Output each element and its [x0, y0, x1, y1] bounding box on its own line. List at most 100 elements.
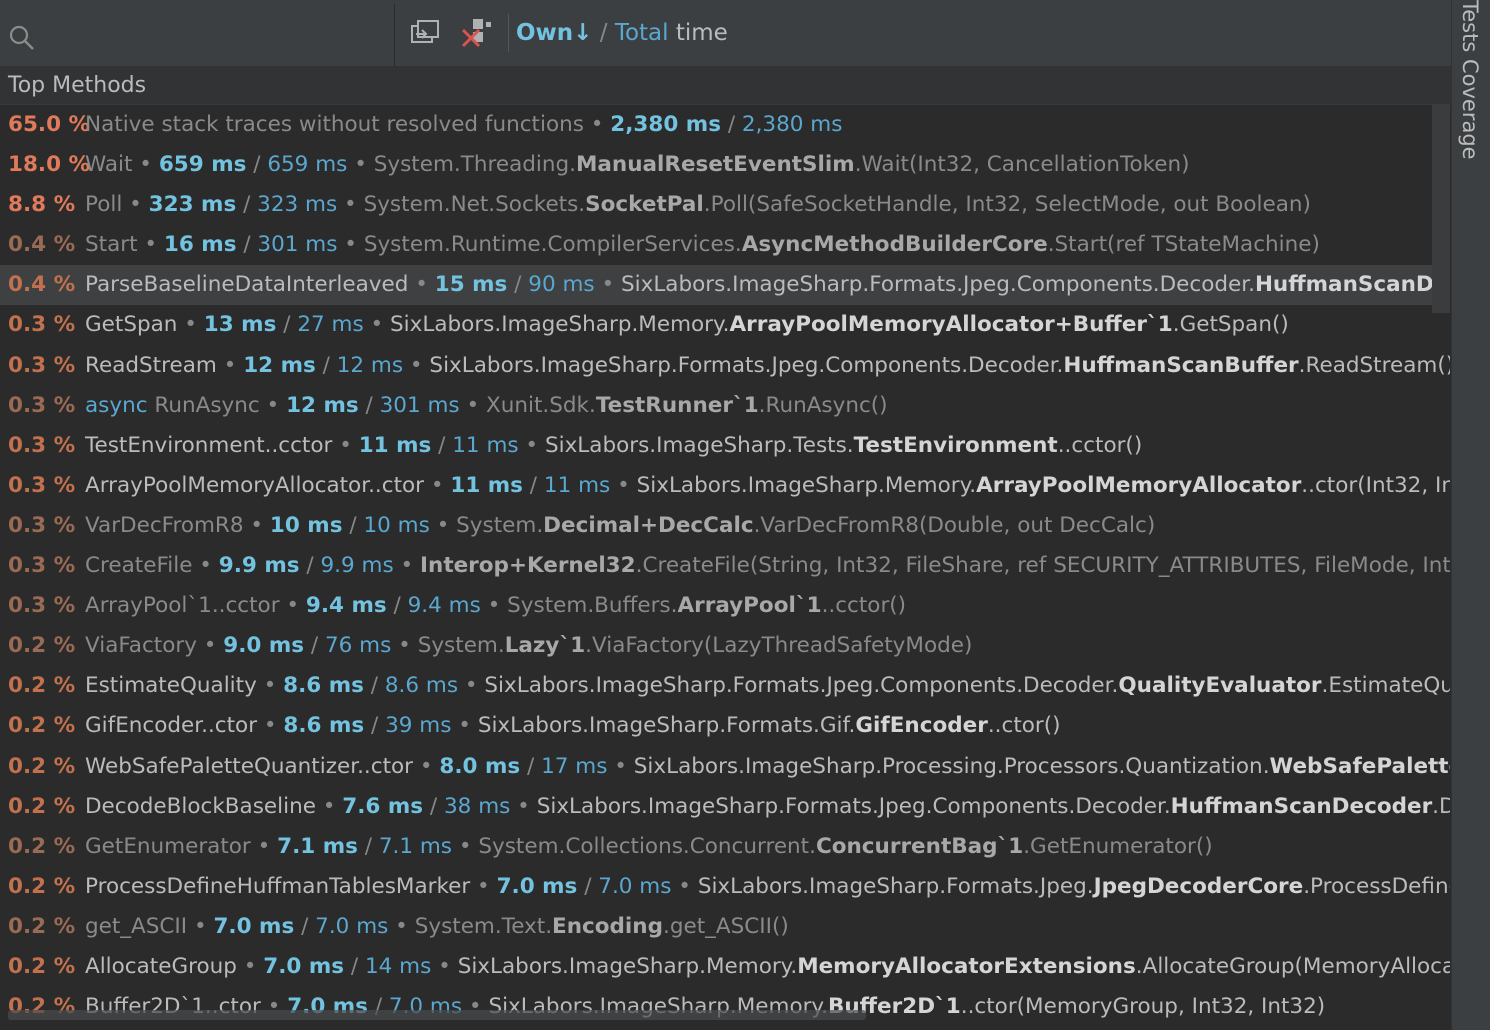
class-name: WebSafePaletteQuantizer: [1269, 753, 1450, 779]
method-row[interactable]: 0.3 % TestEnvironment..cctor • 11 ms / 11…: [0, 426, 1450, 466]
method-name: ArrayPool`1..cctor: [85, 593, 280, 619]
method-row[interactable]: 0.3 % ArrayPoolMemoryAllocator..ctor • 11…: [0, 466, 1450, 506]
slash-separator: /: [364, 713, 386, 739]
sort-own-button[interactable]: Own↓: [516, 20, 592, 46]
search-icon: [9, 25, 34, 50]
bullet-separator: •: [257, 713, 284, 739]
method-name: DecodeBlockBaseline: [85, 793, 316, 819]
bullet-separator: •: [671, 873, 698, 899]
toolbar: Own↓ / Total time: [0, 0, 1452, 67]
namespace: SixLabors.ImageSharp.Formats.Jpeg.Compon…: [484, 673, 1119, 699]
bullet-separator: •: [403, 352, 430, 378]
method-signature: .Wait(Int32, CancellationToken): [854, 152, 1190, 178]
method-row[interactable]: 0.2 % Buffer2D`1..ctor • 7.0 ms / 7.0 ms …: [0, 987, 1450, 1027]
search-input[interactable]: [0, 4, 395, 66]
slash-separator: /: [423, 793, 444, 819]
method-signature: ..cctor(): [1057, 432, 1143, 458]
sort-total-button[interactable]: Total: [615, 20, 669, 46]
total-time: 27 ms: [297, 312, 364, 338]
slash-separator: /: [342, 512, 364, 538]
total-time: 8.6 ms: [384, 673, 459, 699]
namespace: System.Threading.: [373, 152, 576, 178]
total-time: 301 ms: [257, 232, 338, 258]
method-signature: .RunAsync(): [758, 392, 888, 418]
slash-separator: /: [294, 913, 316, 939]
namespace: SixLabors.ImageSharp.Formats.Jpeg.Compon…: [536, 793, 1171, 819]
method-row[interactable]: 0.3 % VarDecFromR8 • 10 ms / 10 ms • Syst…: [0, 506, 1450, 546]
method-row[interactable]: 8.8 % Poll • 323 ms / 323 ms • System.Net…: [0, 185, 1450, 225]
own-time: 659 ms: [158, 152, 247, 178]
method-name: ArrayPoolMemoryAllocator..ctor: [85, 472, 424, 498]
bullet-separator: •: [196, 633, 224, 659]
hide-system-calls-icon[interactable]: [459, 16, 493, 50]
namespace: System.Collections.Concurrent.: [478, 833, 816, 859]
percent-value: 18.0 %: [8, 152, 91, 178]
bullet-separator: •: [132, 152, 159, 178]
own-time: 7.1 ms: [277, 833, 358, 859]
bullet-separator: •: [470, 873, 497, 899]
method-name: Poll: [85, 192, 123, 218]
bullet-separator: •: [259, 392, 287, 418]
method-row[interactable]: 0.2 % ProcessDefineHuffmanTablesMarker • …: [0, 867, 1450, 907]
bullet-separator: •: [480, 593, 508, 619]
bullet-separator: •: [250, 833, 278, 859]
own-time: 9.9 ms: [218, 553, 300, 579]
method-row[interactable]: 0.2 % AllocateGroup • 7.0 ms / 14 ms • Si…: [0, 947, 1450, 987]
slash-separator: /: [363, 673, 385, 699]
namespace: SixLabors.ImageSharp.Formats.Gif.: [477, 713, 856, 739]
method-row[interactable]: 0.2 % WebSafePaletteQuantizer..ctor • 8.0…: [0, 747, 1450, 787]
method-row[interactable]: 0.2 % ViaFactory • 9.0 ms / 76 ms • Syste…: [0, 626, 1450, 666]
slash-separator: /: [236, 192, 258, 218]
own-time: 8.6 ms: [283, 673, 364, 699]
method-name: ProcessDefineHuffmanTablesMarker: [85, 873, 471, 899]
method-row[interactable]: 0.2 % DecodeBlockBaseline • 7.6 ms / 38 m…: [0, 787, 1450, 827]
class-name: ArrayPoolMemoryAllocator+Buffer`1: [729, 312, 1173, 338]
method-row[interactable]: 0.3 % async RunAsync • 12 ms / 301 ms • X…: [0, 386, 1450, 426]
horizontal-scrollbar[interactable]: [8, 1010, 866, 1020]
total-time: 9.4 ms: [407, 593, 481, 619]
percent-value: 8.8 %: [8, 192, 76, 218]
bullet-separator: •: [337, 232, 364, 258]
bullet-separator: •: [583, 112, 611, 137]
slash-separator: /: [577, 873, 599, 899]
bullet-separator: •: [459, 392, 486, 418]
bullet-separator: •: [429, 512, 457, 538]
method-row[interactable]: 0.2 % GetEnumerator • 7.1 ms / 7.1 ms • S…: [0, 827, 1450, 867]
bullet-separator: •: [451, 713, 478, 739]
method-row[interactable]: 0.2 % GifEncoder..ctor • 8.6 ms / 39 ms •…: [0, 706, 1450, 746]
total-time: 39 ms: [385, 713, 452, 739]
method-row[interactable]: 0.3 % ReadStream • 12 ms / 12 ms • SixLab…: [0, 346, 1450, 386]
bullet-separator: •: [458, 673, 485, 699]
method-signature: .VarDecFromR8(Double, out DecCalc): [753, 512, 1156, 538]
own-time: 15 ms: [434, 272, 508, 298]
sort-selector[interactable]: Own↓ / Total time: [516, 20, 728, 46]
method-signature: .Start(ref TStateMachine): [1047, 232, 1320, 258]
own-time: 10 ms: [269, 512, 343, 538]
method-signature: ..ctor(MemoryGroup, Int32, Int32): [960, 994, 1326, 1020]
total-time: 301 ms: [379, 392, 460, 418]
method-row[interactable]: 0.4 % ParseBaselineDataInterleaved • 15 m…: [0, 265, 1450, 306]
percent-value: 0.3 %: [8, 392, 76, 418]
method-row[interactable]: 65.0 %Native stack traces without resolv…: [0, 105, 1450, 145]
method-signature: .AllocateGroup(MemoryAllocator, Int64): [1135, 953, 1450, 979]
tests-coverage-tab[interactable]: Tests Coverage: [1458, 0, 1482, 160]
vertical-scrollbar[interactable]: [1432, 105, 1450, 313]
method-row[interactable]: 0.3 % GetSpan • 13 ms / 27 ms • SixLabors…: [0, 305, 1450, 345]
method-signature: .DecodeBlockBaseline(): [1432, 793, 1450, 819]
method-row[interactable]: 0.4 % Start • 16 ms / 301 ms • System.Run…: [0, 225, 1450, 265]
method-row[interactable]: 0.2 % EstimateQuality • 8.6 ms / 8.6 ms •…: [0, 666, 1450, 706]
method-row[interactable]: 18.0 %Wait • 659 ms / 659 ms • System.Th…: [0, 145, 1450, 185]
method-row[interactable]: 0.2 % get_ASCII • 7.0 ms / 7.0 ms • Syste…: [0, 907, 1450, 947]
total-time: 7.0 ms: [315, 913, 389, 939]
class-name: Interop+Kernel32: [420, 553, 636, 579]
method-row[interactable]: 0.3 % CreateFile • 9.9 ms / 9.9 ms • Inte…: [0, 546, 1450, 586]
percent-value: 0.3 %: [8, 312, 76, 338]
method-name: ReadStream: [85, 352, 217, 378]
method-name: AllocateGroup: [85, 953, 237, 979]
method-signature: .get_ASCII(): [663, 913, 789, 939]
bullet-separator: •: [594, 272, 621, 298]
slash-separator: /: [507, 272, 529, 298]
merge-threads-icon[interactable]: [408, 16, 442, 50]
method-row[interactable]: 0.3 % ArrayPool`1..cctor • 9.4 ms / 9.4 m…: [0, 586, 1450, 626]
total-time: 12 ms: [336, 352, 404, 378]
